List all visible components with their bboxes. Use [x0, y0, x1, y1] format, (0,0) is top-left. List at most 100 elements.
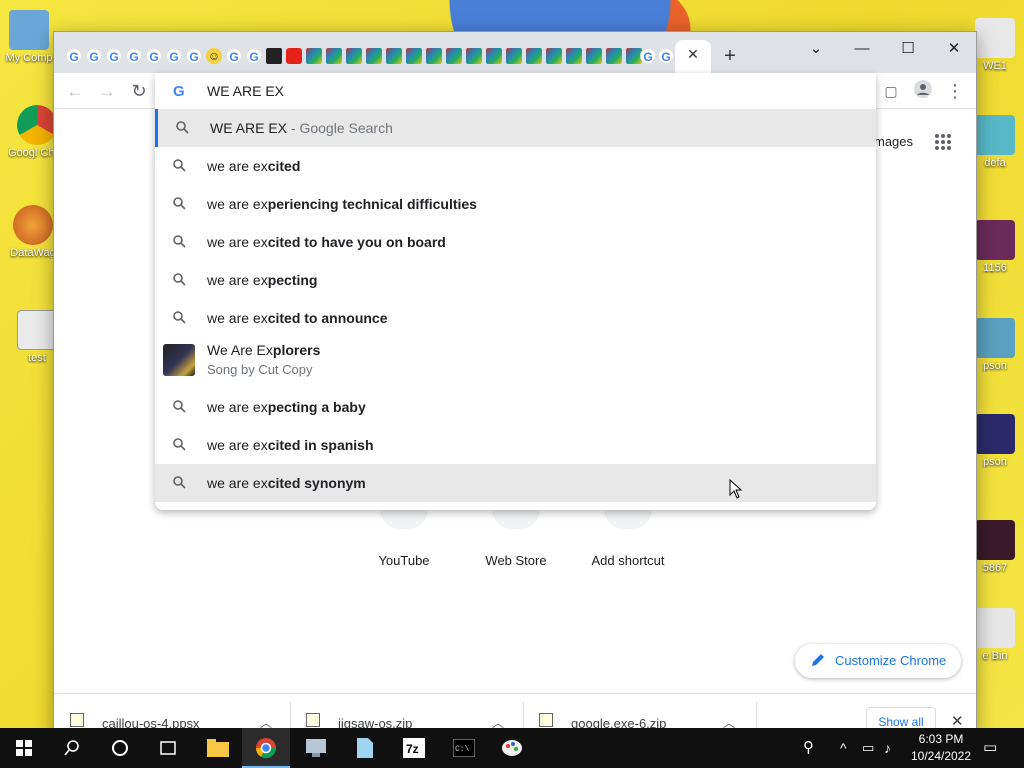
close-window-button[interactable]: ✕: [931, 36, 976, 62]
tab-image-icon[interactable]: [306, 48, 322, 64]
task-view-icon[interactable]: [144, 728, 192, 768]
suggestion-item[interactable]: we are expecting a baby: [155, 388, 876, 426]
suggestion-item[interactable]: we are excited to announce: [155, 299, 876, 337]
suggestion-text: we are ex: [207, 399, 268, 415]
tab-image-icon[interactable]: [446, 48, 462, 64]
suggestion-item-hovered[interactable]: we are excited synonym: [155, 464, 876, 502]
clock[interactable]: 6:03 PM 10/24/2022: [906, 731, 976, 765]
tab-image-icon[interactable]: [566, 48, 582, 64]
tab-image-icon[interactable]: [366, 48, 382, 64]
suggestion-search-google[interactable]: WE ARE EX - Google Search: [155, 109, 876, 147]
tab-smiley-icon[interactable]: ☺: [206, 48, 222, 64]
chevron-up-tray-icon[interactable]: ^: [840, 728, 847, 768]
suggestion-completion: pecting a baby: [267, 399, 366, 415]
system-app-icon[interactable]: [292, 728, 340, 768]
profile-avatar-icon[interactable]: [912, 80, 934, 102]
tab-google-icon[interactable]: G: [246, 48, 262, 64]
search-icon: [173, 311, 186, 324]
tab-google-icon[interactable]: G: [226, 48, 242, 64]
notepad-app-icon[interactable]: [340, 728, 388, 768]
people-icon[interactable]: ⚲: [803, 728, 814, 768]
tab-image-icon[interactable]: [586, 48, 602, 64]
start-windows-icon[interactable]: [0, 728, 48, 768]
suggestion-text: we are ex: [207, 196, 268, 212]
tab-image-icon[interactable]: [406, 48, 422, 64]
customize-chrome-button[interactable]: Customize Chrome: [795, 644, 961, 678]
desktop-icon-my-computer[interactable]: My Comp: [0, 10, 58, 64]
tab-search-chevron-icon[interactable]: ⌄: [793, 36, 839, 62]
cortana-icon[interactable]: [96, 728, 144, 768]
tab-google-icon[interactable]: G: [106, 48, 122, 64]
forward-button[interactable]: →: [96, 80, 118, 102]
suggestion-item[interactable]: we are expecting: [155, 261, 876, 299]
maximize-button[interactable]: ☐: [885, 36, 931, 62]
minimize-button[interactable]: —: [839, 36, 885, 62]
notifications-icon[interactable]: ▭: [983, 728, 997, 768]
recycle-bin-icon: [975, 608, 1015, 648]
tab-dark-icon[interactable]: [266, 48, 282, 64]
volume-icon[interactable]: ♪: [884, 728, 891, 768]
network-icon[interactable]: ▭: [862, 728, 874, 768]
suggestion-item[interactable]: we are excited: [155, 147, 876, 185]
clock-date: 10/24/2022: [910, 749, 972, 763]
side-panel-icon[interactable]: ▢: [880, 80, 902, 102]
tab-google-icon[interactable]: G: [126, 48, 142, 64]
suggestion-item[interactable]: we are excited to have you on board: [155, 223, 876, 261]
album-art-thumbnail: [163, 344, 195, 376]
web-store-shortcut-icon[interactable]: [492, 509, 540, 529]
search-icon: [173, 438, 186, 451]
search-icon: [173, 235, 186, 248]
tab-image-icon[interactable]: [326, 48, 342, 64]
shortcut-web-store-label[interactable]: Web Store: [466, 553, 566, 568]
suggestion-item[interactable]: we are experiencing technical difficulti…: [155, 185, 876, 223]
zip-file-icon: [539, 713, 553, 727]
tab-image-icon[interactable]: [466, 48, 482, 64]
tab-strip: G G G G G G G ☺ G G G G ✕ + ⌄ — ☐ ✕: [54, 32, 976, 73]
tab-image-icon[interactable]: [526, 48, 542, 64]
tab-image-icon[interactable]: [546, 48, 562, 64]
tab-google-icon[interactable]: G: [658, 48, 674, 64]
taskbar: 7z C:\ ⚲ ^ ▭ ♪ 6:03 PM 10/24/2022 ▭: [0, 728, 1024, 768]
tab-google-icon[interactable]: G: [146, 48, 162, 64]
command-prompt-icon[interactable]: C:\: [440, 728, 488, 768]
youtube-shortcut-icon[interactable]: [380, 509, 428, 529]
tab-image-icon[interactable]: [426, 48, 442, 64]
shortcut-youtube-label[interactable]: YouTube: [354, 553, 454, 568]
add-shortcut-icon[interactable]: [604, 509, 652, 529]
chrome-window: G G G G G G G ☺ G G G G ✕ + ⌄ — ☐ ✕ ← → …: [53, 31, 977, 737]
tab-image-icon[interactable]: [606, 48, 622, 64]
omnibox-input[interactable]: G WE ARE EX: [155, 73, 876, 109]
shortcut-add-label[interactable]: Add shortcut: [578, 553, 678, 568]
tab-google-icon[interactable]: G: [66, 48, 82, 64]
back-button[interactable]: ←: [64, 80, 86, 102]
search-icon[interactable]: [48, 728, 96, 768]
tab-image-icon[interactable]: [386, 48, 402, 64]
svg-text:7z: 7z: [406, 742, 419, 756]
reload-button[interactable]: ↻: [128, 80, 150, 102]
search-icon: [173, 273, 186, 286]
close-tab-icon[interactable]: ✕: [686, 47, 700, 61]
suggestion-text: we are ex: [207, 310, 268, 326]
tab-image-icon[interactable]: [346, 48, 362, 64]
suggestion-completion: pecting: [267, 272, 318, 288]
suggestion-song[interactable]: We Are Explorers Song by Cut Copy: [155, 337, 876, 385]
tab-google-icon[interactable]: G: [166, 48, 182, 64]
file-explorer-icon[interactable]: [194, 728, 242, 768]
chrome-icon: [17, 105, 57, 145]
tab-youtube-icon[interactable]: [286, 48, 302, 64]
google-apps-icon[interactable]: [934, 133, 952, 151]
search-icon: [173, 400, 186, 413]
suggestion-item[interactable]: we are excited in spanish: [155, 426, 876, 464]
chrome-taskbar-icon[interactable]: [242, 728, 290, 768]
suggestion-text: we are ex: [207, 234, 268, 250]
tab-google-icon[interactable]: G: [86, 48, 102, 64]
images-link[interactable]: mages: [874, 134, 913, 149]
menu-kebab-icon[interactable]: ⋮: [944, 80, 966, 102]
paint-app-icon[interactable]: [488, 728, 536, 768]
tab-google-icon[interactable]: G: [186, 48, 202, 64]
7zip-icon[interactable]: 7z: [390, 728, 438, 768]
new-tab-button[interactable]: +: [719, 45, 741, 67]
tab-image-icon[interactable]: [506, 48, 522, 64]
tab-google-icon[interactable]: G: [640, 48, 656, 64]
tab-image-icon[interactable]: [486, 48, 502, 64]
